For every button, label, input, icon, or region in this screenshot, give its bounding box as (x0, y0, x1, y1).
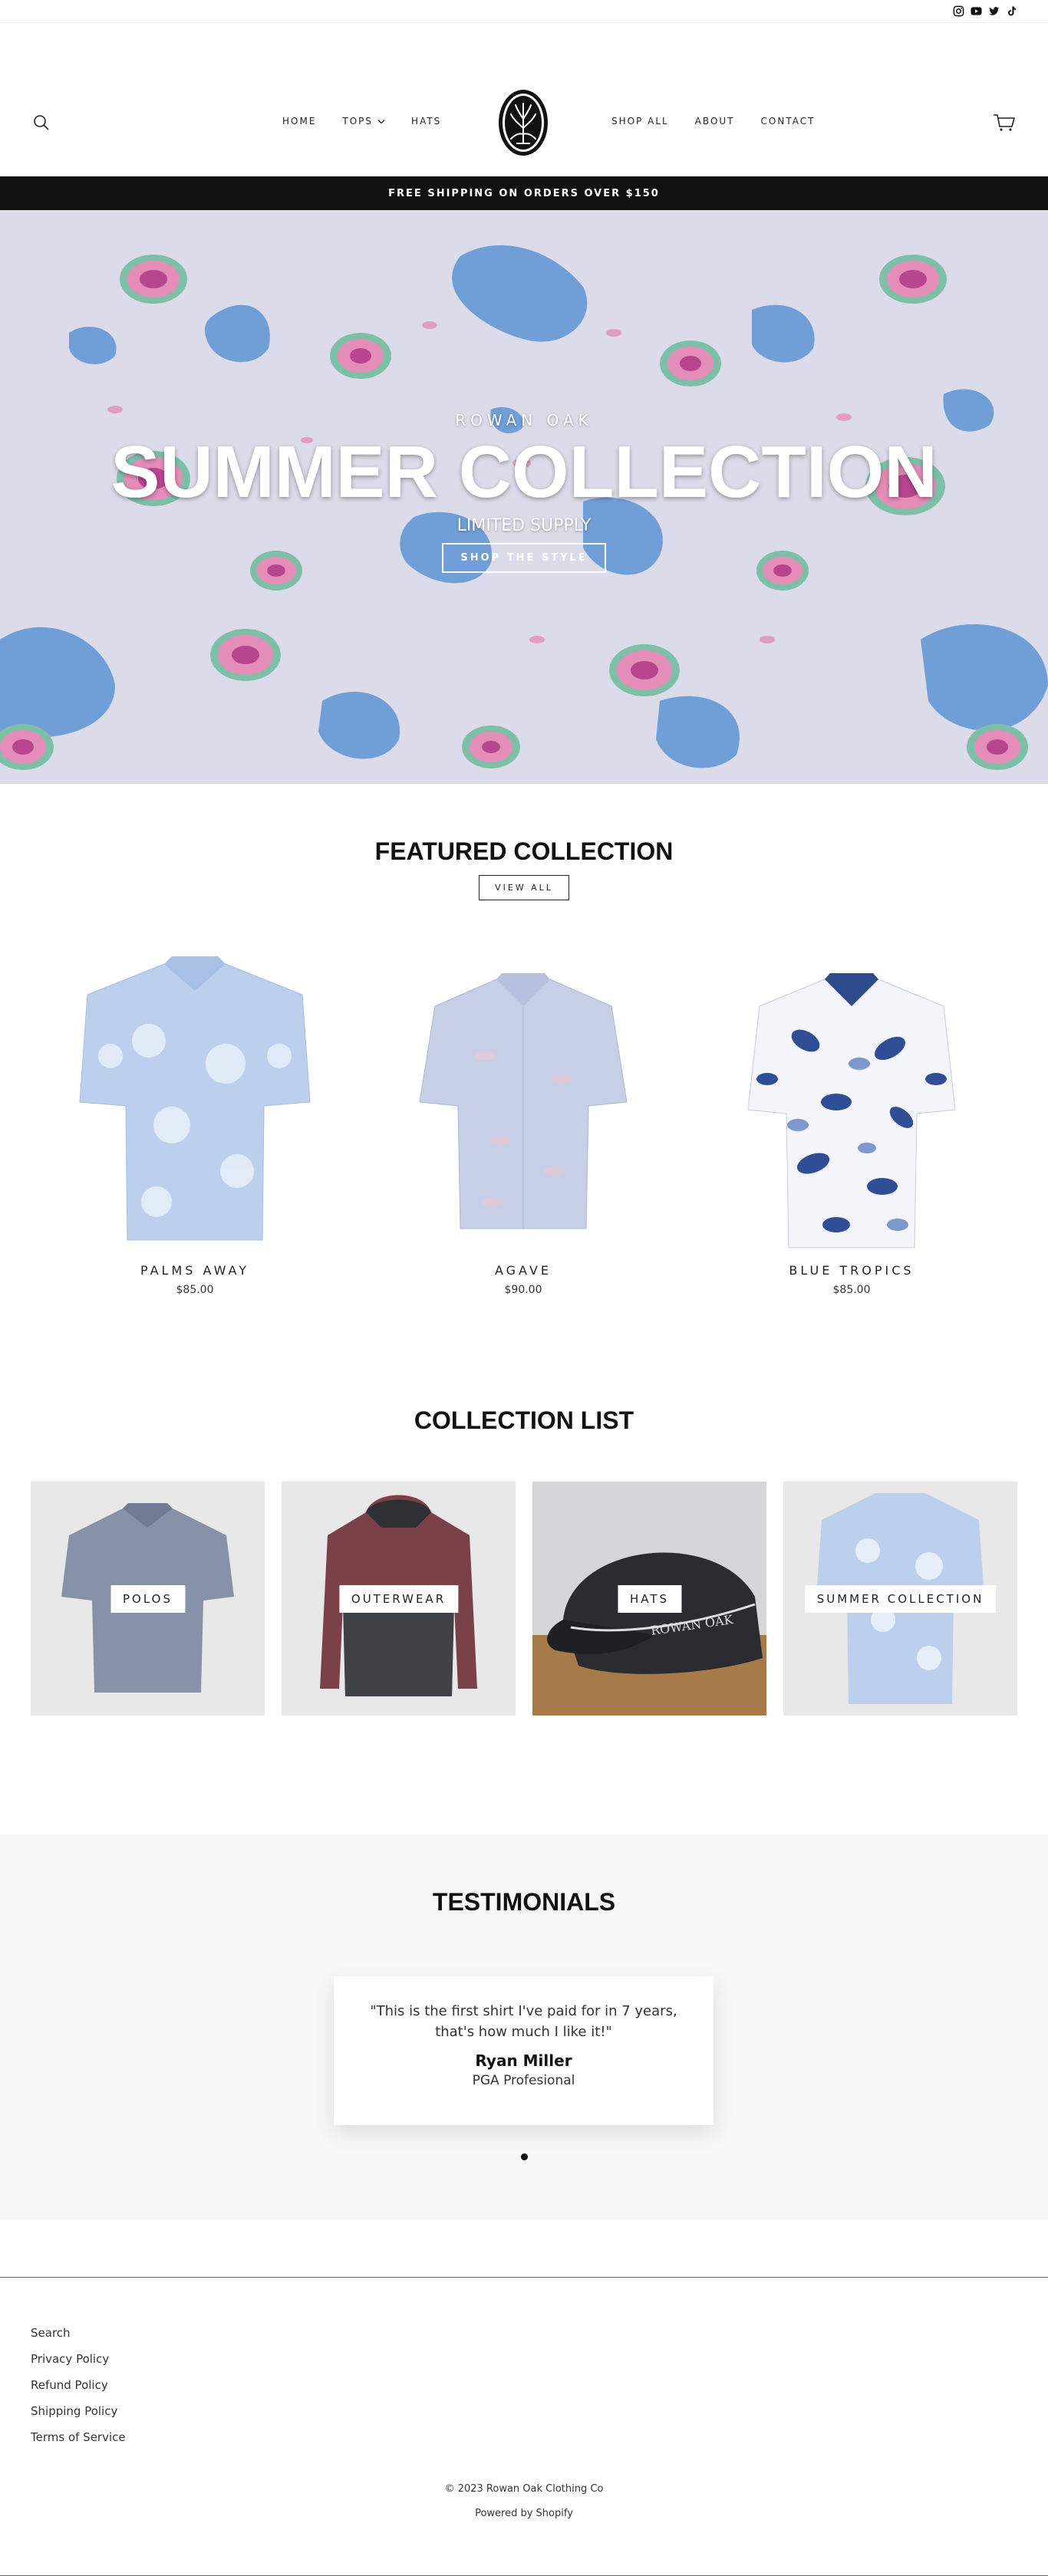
collection-label: SUMMER COLLECTION (804, 1584, 997, 1613)
footer-links: Search Privacy Policy Refund Policy Ship… (31, 2325, 126, 2456)
footer-link-privacy[interactable]: Privacy Policy (31, 2352, 109, 2366)
cart-icon[interactable] (993, 113, 1016, 133)
chevron-down-icon (377, 119, 385, 123)
product-card[interactable]: AGAVE $90.00 (359, 949, 687, 1296)
featured-collection: FEATURED COLLECTION VIEW ALL PALMS AWAY … (0, 784, 1048, 1382)
footer-link-shipping[interactable]: Shipping Policy (31, 2404, 117, 2418)
collection-hats[interactable]: ROWAN OAK HATS (532, 1482, 766, 1716)
site-footer: Search Privacy Policy Refund Policy Ship… (0, 2277, 1048, 2576)
product-price: $85.00 (176, 1284, 214, 1296)
collection-outerwear[interactable]: OUTERWEAR (282, 1482, 516, 1716)
view-all-button[interactable]: VIEW ALL (479, 875, 569, 900)
collection-summer[interactable]: SUMMER COLLECTION (783, 1482, 1017, 1716)
main-nav-left: HOME TOPS HATS (282, 116, 441, 127)
shirt-blue-tropics (747, 973, 956, 1249)
featured-title: FEATURED COLLECTION (374, 837, 674, 865)
collection-list-title: COLLECTION LIST (414, 1406, 634, 1434)
search-icon[interactable] (32, 114, 51, 132)
product-image (713, 949, 990, 1255)
twitter-icon[interactable] (988, 5, 1000, 17)
tiktok-icon[interactable] (1006, 5, 1017, 17)
site-header: HOME TOPS HATS SHOP ALL ABOUT CONTACT (0, 23, 1048, 176)
collection-label: HATS (617, 1584, 682, 1613)
hero-eyebrow: ROWAN OAK (455, 411, 593, 429)
shop-the-style-button[interactable]: SHOP THE STYLE (442, 542, 606, 573)
social-bar (0, 0, 1048, 23)
testimonial-role: PGA Profesional (472, 2073, 575, 2088)
footer-link-search[interactable]: Search (31, 2326, 71, 2340)
nav-label: HATS (411, 116, 442, 127)
testimonials-title: TESTIMONIALS (432, 1888, 616, 1916)
product-card[interactable]: BLUE TROPICS $85.00 (687, 949, 1016, 1296)
copyright: © 2023 Rowan Oak Clothing Co (444, 2483, 604, 2495)
product-price: $85.00 (832, 1284, 871, 1296)
nav-about[interactable]: ABOUT (695, 116, 735, 127)
testimonial-quote: "This is the first shirt I've paid for i… (370, 2003, 677, 2040)
hero-subtitle: LIMITED SUPPLY (456, 515, 592, 535)
announcement-text: FREE SHIPPING ON ORDERS OVER $150 (388, 187, 660, 199)
collection-list: COLLECTION LIST POLOS OUTERWEAR ROWAN OA… (0, 1382, 1048, 1834)
footer-link-terms[interactable]: Terms of Service (31, 2430, 126, 2444)
social-links (953, 5, 1017, 17)
nav-label: HOME (282, 116, 317, 127)
nav-contact[interactable]: CONTACT (761, 116, 816, 127)
hero-banner: ROWAN OAK SUMMER COLLECTION LIMITED SUPP… (0, 210, 1048, 784)
testimonials-section: TESTIMONIALS "This is the first shirt I'… (0, 1834, 1048, 2219)
nav-label: CONTACT (760, 116, 816, 127)
tree-logo[interactable] (497, 88, 549, 157)
slider-dot[interactable] (521, 2153, 528, 2160)
collection-label: POLOS (110, 1584, 186, 1613)
product-name: BLUE TROPICS (789, 1263, 915, 1278)
product-name: AGAVE (494, 1263, 552, 1278)
instagram-icon[interactable] (953, 5, 964, 17)
collection-polos[interactable]: POLOS (31, 1482, 265, 1716)
testimonial-author: Ryan Miller (475, 2051, 572, 2070)
nav-label: TOPS (342, 116, 374, 127)
announcement-bar: FREE SHIPPING ON ORDERS OVER $150 (0, 176, 1048, 210)
product-name: PALMS AWAY (140, 1263, 250, 1278)
youtube-icon[interactable] (971, 5, 982, 17)
powered-by[interactable]: Powered by Shopify (0, 2508, 1048, 2519)
product-price: $90.00 (504, 1284, 542, 1296)
testimonial-card: "This is the first shirt I've paid for i… (334, 1976, 713, 2125)
product-image (57, 949, 333, 1255)
nav-shop-all[interactable]: SHOP ALL (611, 116, 669, 127)
nav-home[interactable]: HOME (282, 116, 316, 127)
shirt-agave (419, 973, 628, 1229)
nav-hats[interactable]: HATS (411, 116, 441, 127)
product-card[interactable]: PALMS AWAY $85.00 (31, 949, 359, 1296)
main-nav-right: SHOP ALL ABOUT CONTACT (611, 116, 815, 127)
hero-title: SUMMER COLLECTION (110, 431, 938, 513)
hero-content: ROWAN OAK SUMMER COLLECTION LIMITED SUPP… (0, 210, 1048, 784)
product-image (385, 949, 661, 1255)
nav-label: SHOP ALL (611, 116, 669, 127)
shirt-palms-away (79, 956, 311, 1241)
nav-tops[interactable]: TOPS (342, 116, 385, 127)
collection-label: OUTERWEAR (338, 1584, 459, 1613)
nav-label: ABOUT (694, 116, 735, 127)
footer-link-refund[interactable]: Refund Policy (31, 2378, 108, 2392)
product-grid: PALMS AWAY $85.00 AGAVE $90.00 BLUE TROP… (31, 949, 1017, 1296)
collection-grid: POLOS OUTERWEAR ROWAN OAK HATS SUMMER CO… (31, 1482, 1017, 1716)
